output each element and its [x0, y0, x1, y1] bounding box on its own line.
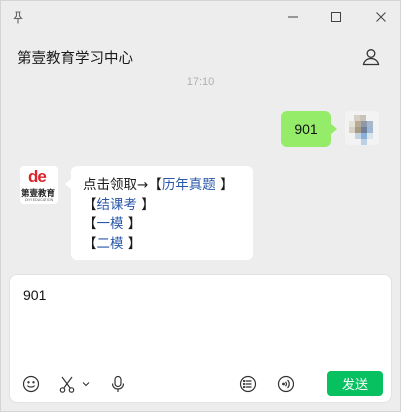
contact-message-bubble: 点击领取→【历年真题 】 【结课考 】 【一模 】 【二模 】	[65, 166, 253, 260]
person-icon[interactable]	[359, 45, 383, 69]
message-composer[interactable]: 901 发送	[9, 274, 392, 403]
link-mock-exam-2[interactable]: 二模	[97, 236, 124, 252]
line-suffix: 】	[215, 177, 234, 193]
send-button[interactable]: 发送	[327, 371, 383, 396]
voice-call-icon[interactable]	[276, 374, 296, 394]
logo-english-name: DIYI EDUCATION	[25, 198, 54, 202]
contact-avatar[interactable]: de 第壹教育 DIYI EDUCATION	[20, 166, 58, 204]
line-prefix: 【	[83, 216, 97, 232]
message-timestamp: 17:10	[186, 76, 215, 88]
line-prefix: 点击领取→【	[83, 177, 162, 193]
my-message-bubble[interactable]: 901	[281, 111, 337, 147]
link-past-exams[interactable]: 历年真题	[162, 177, 216, 193]
scissors-icon[interactable]	[57, 374, 77, 394]
line-suffix: 】	[123, 216, 142, 232]
chevron-down-icon[interactable]	[80, 374, 92, 394]
link-mock-exam-1[interactable]: 一模	[97, 216, 124, 232]
chat-window: 第壹教育学习中心 17:10 901 de 第壹教育 DIYI EDUCATIO…	[0, 0, 401, 412]
message-line: 【一模 】	[83, 215, 241, 235]
maximize-icon[interactable]	[323, 5, 349, 29]
message-line: 【结课考 】	[83, 196, 241, 216]
chat-header: 第壹教育学习中心	[1, 35, 400, 79]
close-icon[interactable]	[368, 5, 394, 29]
microphone-icon[interactable]	[108, 374, 128, 394]
line-suffix: 】	[137, 196, 155, 213]
message-line: 点击领取→【历年真题 】	[83, 176, 241, 196]
line-prefix: 【	[83, 235, 97, 252]
my-avatar[interactable]	[345, 111, 379, 145]
message-line: 【二模 】	[83, 235, 241, 255]
chat-title: 第壹教育学习中心	[17, 51, 133, 67]
minimize-icon[interactable]	[280, 5, 306, 29]
title-bar	[1, 1, 400, 35]
list-icon[interactable]	[238, 374, 258, 394]
link-final-exam[interactable]: 结课考	[97, 197, 138, 213]
line-suffix: 】	[123, 235, 142, 252]
message-input[interactable]: 901	[23, 287, 46, 303]
emoji-icon[interactable]	[21, 374, 41, 394]
logo-text: de	[28, 167, 47, 186]
my-message-text: 901	[294, 121, 318, 137]
pin-icon[interactable]	[5, 5, 31, 29]
line-prefix: 【	[83, 196, 97, 213]
